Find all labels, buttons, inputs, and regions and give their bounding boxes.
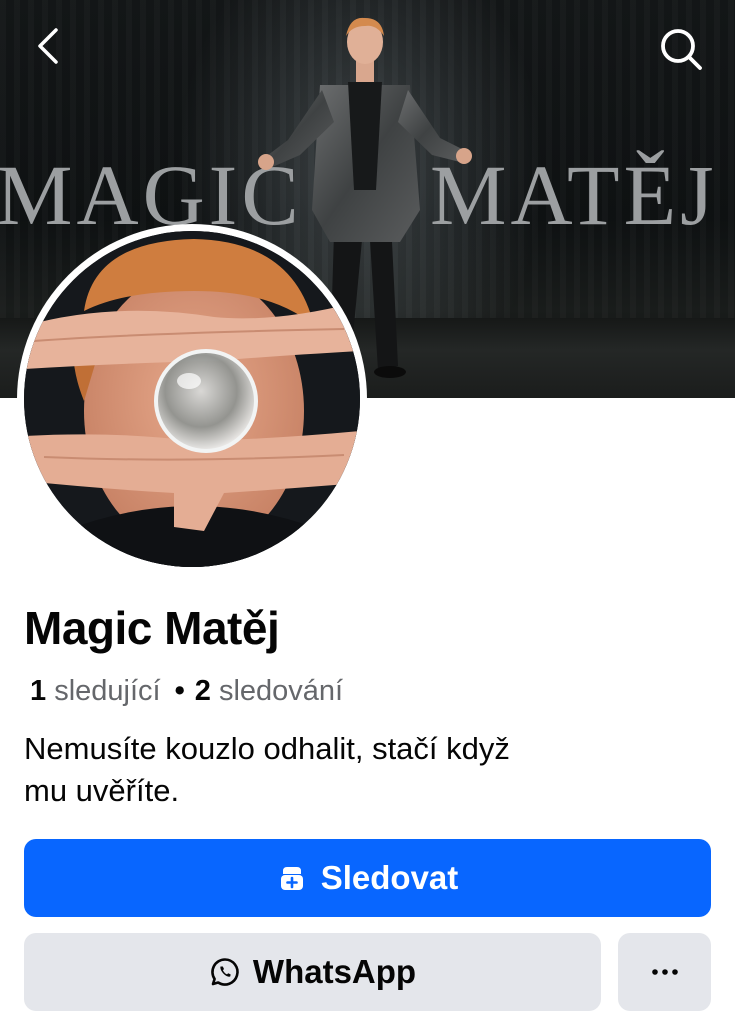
chevron-left-icon	[38, 28, 58, 64]
followers-count: 1	[30, 675, 47, 707]
more-icon	[651, 969, 678, 975]
following-label: sledování	[218, 675, 344, 707]
followers-link[interactable]: 1 sledující	[30, 675, 161, 707]
stats-separator: •	[174, 675, 185, 707]
following-count: 2	[194, 675, 211, 707]
profile-name: Magic Matěj	[24, 602, 280, 654]
profile-stats: 1 sledující • 2 sledování	[30, 672, 343, 710]
bio-line-2: mu uvěříte.	[24, 773, 180, 808]
follow-button[interactable]: Sledovat	[24, 839, 711, 917]
more-options-button[interactable]	[618, 933, 711, 1011]
whatsapp-button[interactable]: WhatsApp	[24, 933, 601, 1011]
search-button[interactable]	[654, 22, 708, 76]
followers-label: sledující	[54, 675, 161, 707]
avatar-illustration	[24, 231, 360, 567]
back-button[interactable]	[26, 24, 70, 68]
follow-user-icon	[280, 867, 303, 890]
profile-bio: Nemusíte kouzlo odhalit, stačí když mu u…	[24, 728, 704, 812]
profile-avatar[interactable]	[17, 224, 367, 574]
follow-button-label: Sledovat	[320, 859, 459, 896]
avatar-photo	[24, 231, 360, 567]
whatsapp-icon	[211, 958, 239, 986]
whatsapp-button-label: WhatsApp	[252, 953, 417, 990]
search-icon	[661, 29, 702, 70]
following-link[interactable]: 2 sledování	[195, 675, 343, 707]
bio-line-1: Nemusíte kouzlo odhalit, stačí když	[24, 731, 510, 766]
